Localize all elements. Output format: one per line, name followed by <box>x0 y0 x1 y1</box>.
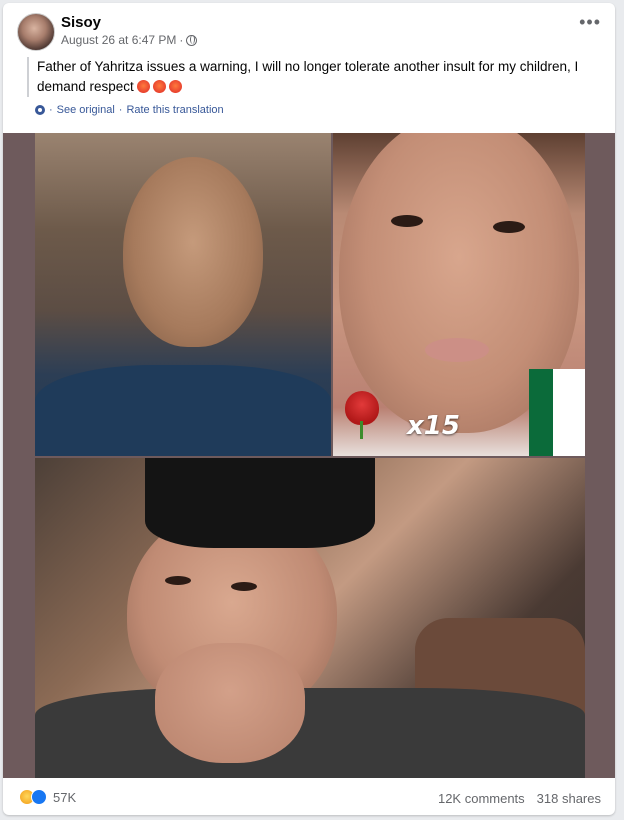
post-card: Sisoy August 26 at 6:47 PM · ••• Father … <box>3 3 615 815</box>
lips-image <box>425 338 489 362</box>
author-name[interactable]: Sisoy <box>61 14 101 31</box>
translate-separator: · <box>49 104 53 116</box>
post-footer: 57K 12K comments 318 shares <box>3 778 615 815</box>
angry-face-emoji-icon <box>136 80 150 93</box>
tshirt-image <box>35 688 585 778</box>
post-header: Sisoy August 26 at 6:47 PM · ••• <box>3 3 615 63</box>
reaction-count[interactable]: 57K <box>53 790 76 805</box>
rose-icon <box>345 391 379 425</box>
eye-image <box>231 582 257 591</box>
clasped-hands-image <box>155 643 305 763</box>
translation-bar: · See original · Rate this translation <box>35 104 224 116</box>
eye-image <box>391 215 423 227</box>
mexico-flag-icon <box>529 369 585 456</box>
post-body: Father of Yahritza issues a warning, I w… <box>37 59 579 94</box>
meta-separator: · <box>179 33 184 47</box>
timestamp[interactable]: August 26 at 6:47 PM <box>61 33 176 47</box>
shares-count[interactable]: 318 shares <box>537 791 601 806</box>
globe-icon <box>186 34 198 46</box>
like-reaction-icon <box>31 789 47 805</box>
more-options-button[interactable]: ••• <box>579 13 601 31</box>
avatar[interactable] <box>17 13 55 51</box>
cap-image <box>145 458 375 548</box>
post-meta: August 26 at 6:47 PM · <box>61 33 198 47</box>
post-text: Father of Yahritza issues a warning, I w… <box>27 57 612 97</box>
eye-image <box>165 576 191 585</box>
rate-translation-link[interactable]: Rate this translation <box>126 104 223 116</box>
angry-face-emoji-icon <box>152 80 166 93</box>
photo-girl-cap[interactable] <box>35 458 585 778</box>
translate-separator: · <box>118 104 123 116</box>
eye-image <box>493 221 525 233</box>
sticker-text: x15 <box>407 411 460 441</box>
rose-stem <box>360 421 363 439</box>
photo-man[interactable] <box>35 133 331 456</box>
engagement-stats: 12K comments 318 shares <box>438 791 601 806</box>
gear-icon <box>35 105 45 115</box>
face-image <box>123 157 263 347</box>
photo-girl-closeup[interactable]: x15 <box>333 133 585 456</box>
post-media[interactable]: x15 <box>3 133 615 778</box>
comments-count[interactable]: 12K comments <box>438 791 525 806</box>
angry-face-emoji-icon <box>168 80 182 93</box>
reactions-summary[interactable]: 57K <box>19 789 76 805</box>
see-original-link[interactable]: See original <box>57 104 115 116</box>
shirt-image <box>35 365 331 456</box>
